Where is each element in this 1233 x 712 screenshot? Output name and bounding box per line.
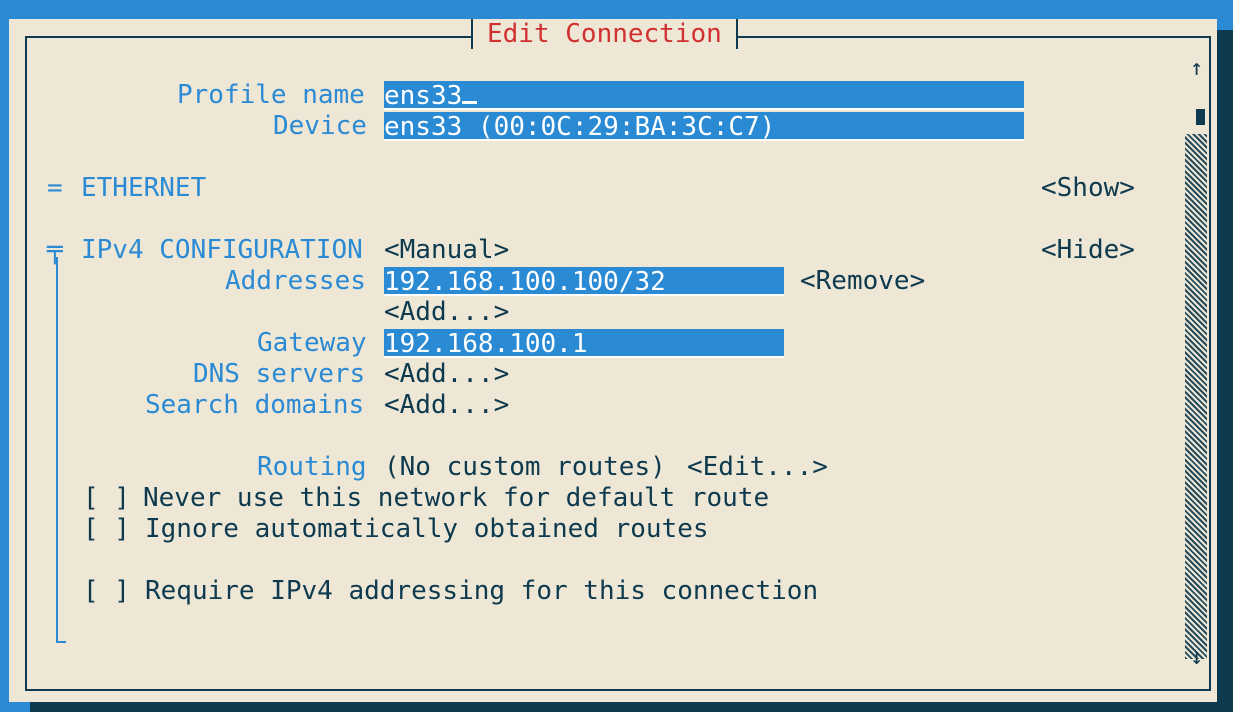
address-value: 192.168.100.100/32	[384, 267, 666, 296]
profile-name-label: Profile name	[177, 80, 365, 110]
gateway-input[interactable]: 192.168.100.1	[384, 329, 784, 358]
search-domains-label: Search domains	[145, 390, 365, 420]
ipv4-mode-select[interactable]: <Manual>	[384, 235, 509, 266]
scroll-up-arrow-icon[interactable]: ↑	[1190, 53, 1203, 84]
ethernet-marker: =	[47, 173, 63, 203]
profile-name-value: ens33	[384, 81, 463, 110]
ipv4-marker: ╤	[47, 235, 63, 265]
title-bar: Edit Connection	[471, 19, 738, 49]
scrollbar-thumb[interactable]	[1196, 109, 1205, 125]
edit-connection-window: Edit Connection Profile name ens33 Devic…	[9, 19, 1217, 702]
routing-label: Routing	[257, 452, 367, 482]
device-value: ens33 (00:0C:29:BA:3C:C7)	[384, 112, 776, 141]
ipv4-section-line-end	[56, 641, 66, 643]
device-input[interactable]: ens33 (00:0C:29:BA:3C:C7)	[384, 112, 1024, 141]
gateway-value: 192.168.100.1	[384, 329, 588, 358]
require-ipv4-checkbox[interactable]: [ ]	[83, 576, 130, 607]
add-search-domain-button[interactable]: <Add...>	[384, 390, 509, 421]
ipv4-section-line	[56, 257, 58, 641]
add-address-button[interactable]: <Add...>	[384, 297, 509, 328]
scrollbar-track[interactable]	[1185, 134, 1207, 659]
window-shadow-bottom	[30, 702, 1233, 712]
gateway-label: Gateway	[257, 328, 367, 358]
add-dns-button[interactable]: <Add...>	[384, 359, 509, 390]
window-shadow-right	[1217, 30, 1233, 712]
ipv4-hide-button[interactable]: <Hide>	[1041, 235, 1135, 266]
ipv4-heading: IPv4 CONFIGURATION	[81, 235, 363, 265]
dns-servers-label: DNS servers	[193, 359, 366, 389]
never-default-checkbox[interactable]: [ ]	[83, 483, 130, 514]
ignore-routes-checkbox[interactable]: [ ]	[83, 514, 130, 545]
device-label: Device	[273, 111, 367, 141]
profile-name-input[interactable]: ens33	[384, 81, 1024, 110]
ethernet-heading: ETHERNET	[81, 173, 207, 203]
text-cursor	[462, 101, 478, 104]
edit-routes-button[interactable]: <Edit...>	[687, 452, 828, 483]
window-title: Edit Connection	[487, 18, 722, 49]
address-input[interactable]: 192.168.100.100/32	[384, 267, 784, 296]
remove-address-button[interactable]: <Remove>	[800, 266, 925, 297]
routing-value: (No custom routes)	[384, 452, 666, 482]
addresses-label: Addresses	[225, 266, 366, 296]
ethernet-show-button[interactable]: <Show>	[1041, 173, 1135, 204]
never-default-label: Never use this network for default route	[143, 483, 770, 513]
require-ipv4-label: Require IPv4 addressing for this connect…	[145, 576, 819, 606]
scroll-down-arrow-icon[interactable]: ↓	[1190, 642, 1203, 673]
ignore-routes-label: Ignore automatically obtained routes	[145, 514, 709, 544]
